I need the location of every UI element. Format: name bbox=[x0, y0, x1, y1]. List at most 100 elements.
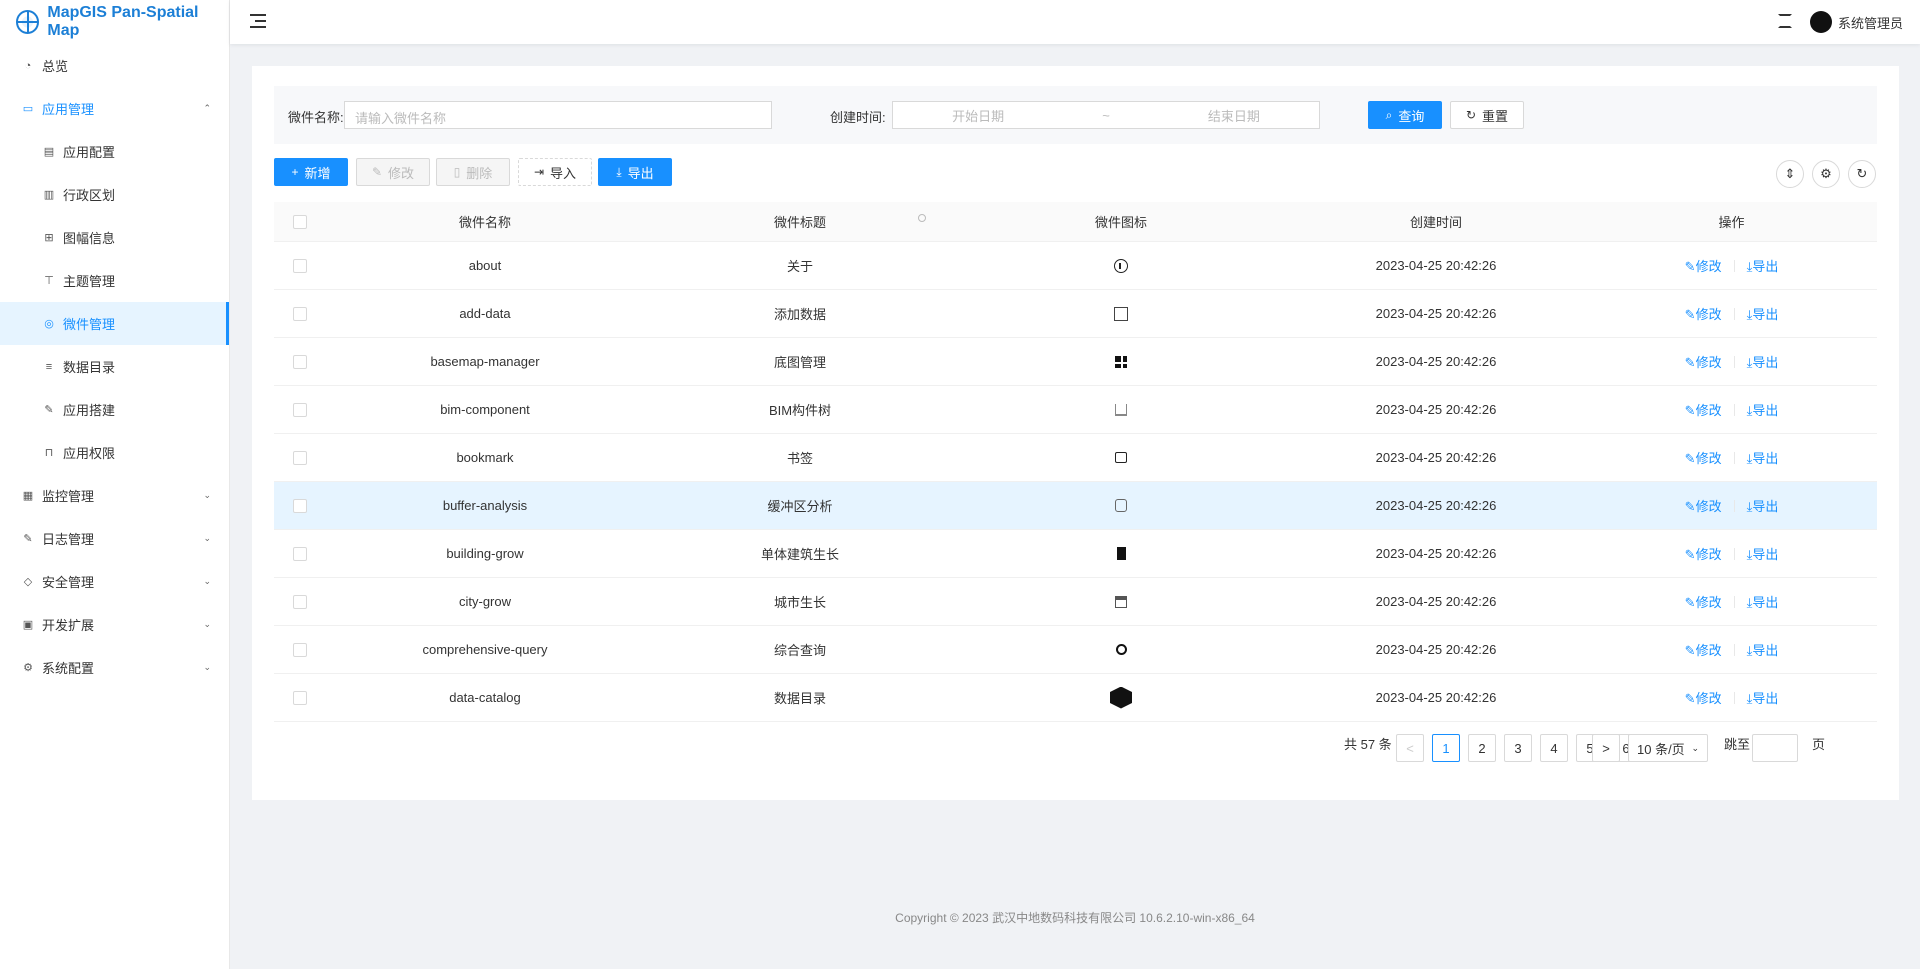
next-page-button[interactable]: > bbox=[1592, 734, 1620, 762]
row-export-link[interactable]: ⤓导出 bbox=[1747, 592, 1779, 611]
row-checkbox[interactable] bbox=[293, 690, 307, 705]
sidebar-item-13[interactable]: ▣ 开发扩展 ⌄ bbox=[0, 603, 229, 646]
search-bar: 微件名称: 请输入微件名称 创建时间: 开始日期 ~ 结束日期 ⌕ 查询 ↻ 重置 bbox=[274, 86, 1877, 144]
row-edit-link[interactable]: ✎修改 bbox=[1685, 640, 1722, 659]
created-time: 2023-04-25 20:42:26 bbox=[1375, 642, 1497, 657]
row-edit-link[interactable]: ✎修改 bbox=[1685, 304, 1722, 323]
page-size-select[interactable]: 10 条/页 ⌄ bbox=[1628, 734, 1708, 762]
row-edit-link[interactable]: ✎修改 bbox=[1685, 352, 1722, 371]
sidebar-item-11[interactable]: ✎ 日志管理 ⌄ bbox=[0, 517, 229, 560]
row-actions: ✎修改 ⤓导出 bbox=[1586, 448, 1877, 467]
sidebar-item-5[interactable]: ⊤ 主题管理 bbox=[0, 259, 229, 302]
row-export-link[interactable]: ⤓导出 bbox=[1747, 544, 1779, 563]
row-checkbox[interactable] bbox=[293, 354, 307, 369]
footer-copyright: Copyright © 2023 武汉中地数码科技有限公司 10.6.2.10-… bbox=[895, 911, 1255, 925]
row-export-link[interactable]: ⤓导出 bbox=[1747, 304, 1779, 323]
sidebar-item-label: 微件管理 bbox=[63, 317, 116, 332]
row-checkbox[interactable] bbox=[293, 258, 307, 273]
row-edit-link[interactable]: ✎修改 bbox=[1685, 256, 1722, 275]
jump-page-input[interactable] bbox=[1752, 734, 1798, 762]
row-checkbox[interactable] bbox=[293, 642, 307, 657]
row-export-link[interactable]: ⤓导出 bbox=[1747, 448, 1779, 467]
app-logo[interactable]: MapGIS Pan-Spatial Map bbox=[0, 0, 229, 44]
sidebar-item-2[interactable]: ▤ 应用配置 bbox=[0, 130, 229, 173]
row-edit-link[interactable]: ✎修改 bbox=[1685, 400, 1722, 419]
page-button[interactable]: 3 bbox=[1504, 734, 1532, 762]
row-export-link[interactable]: ⤓导出 bbox=[1747, 352, 1779, 371]
end-date-input[interactable]: 结束日期 bbox=[1208, 106, 1260, 125]
row-edit-link[interactable]: ✎修改 bbox=[1685, 592, 1722, 611]
fullscreen-icon[interactable] bbox=[1778, 14, 1792, 28]
sidebar-item-10[interactable]: ▦ 监控管理 ⌄ bbox=[0, 474, 229, 517]
row-checkbox[interactable] bbox=[293, 306, 307, 321]
created-time: 2023-04-25 20:42:26 bbox=[1375, 546, 1497, 561]
sidebar-item-4[interactable]: ⊞ 图幅信息 bbox=[0, 216, 229, 259]
row-select-cell bbox=[274, 690, 326, 705]
chevron-down-icon: ⌄ bbox=[203, 619, 211, 629]
row-edit-link[interactable]: ✎修改 bbox=[1685, 448, 1722, 467]
query-button[interactable]: ⌕ 查询 bbox=[1368, 101, 1442, 129]
widget-icon-cell bbox=[956, 644, 1286, 655]
table-header: 微件名称 微件标题 微件图标 创建时间 操作 bbox=[274, 202, 1877, 242]
row-export-link[interactable]: ⤓导出 bbox=[1747, 496, 1779, 515]
row-edit-link[interactable]: ✎修改 bbox=[1685, 544, 1722, 563]
sidebar-item-14[interactable]: ⚙ 系统配置 ⌄ bbox=[0, 646, 229, 689]
edit-button[interactable]: ✎ 修改 bbox=[356, 158, 430, 186]
row-checkbox[interactable] bbox=[293, 546, 307, 561]
row-export-link[interactable]: ⤓导出 bbox=[1747, 688, 1779, 707]
menu-collapse-icon[interactable] bbox=[250, 14, 266, 28]
select-all-checkbox[interactable] bbox=[293, 214, 307, 229]
row-export-link[interactable]: ⤓导出 bbox=[1747, 400, 1779, 419]
sidebar-item-3[interactable]: ▥ 行政区划 bbox=[0, 173, 229, 216]
export-button[interactable]: ⤓ 导出 bbox=[598, 158, 672, 186]
row-checkbox[interactable] bbox=[293, 450, 307, 465]
page-button[interactable]: 1 bbox=[1432, 734, 1460, 762]
reload-icon[interactable]: ↻ bbox=[1848, 160, 1876, 188]
row-edit-link[interactable]: ✎修改 bbox=[1685, 688, 1722, 707]
start-date-input[interactable]: 开始日期 bbox=[952, 106, 1004, 125]
sidebar-item-label: 应用管理 bbox=[42, 102, 95, 117]
sidebar-item-6[interactable]: ◎ 微件管理 bbox=[0, 302, 229, 345]
sidebar-item-7[interactable]: ≡ 数据目录 bbox=[0, 345, 229, 388]
created-time: 2023-04-25 20:42:26 bbox=[1375, 594, 1497, 609]
column-search-icon[interactable] bbox=[918, 214, 926, 222]
add-button[interactable]: + 新增 bbox=[274, 158, 348, 186]
reset-button[interactable]: ↻ 重置 bbox=[1450, 101, 1524, 129]
user-menu[interactable]: 系统管理员 bbox=[1810, 11, 1903, 33]
settings-icon[interactable]: ⚙ bbox=[1812, 160, 1840, 188]
widget-name: building-grow bbox=[446, 546, 524, 561]
widget-name-input[interactable]: 请输入微件名称 bbox=[344, 101, 772, 129]
row-export-link[interactable]: ⤓导出 bbox=[1747, 256, 1779, 275]
widget-title: 添加数据 bbox=[773, 307, 826, 322]
widget-title: 单体建筑生长 bbox=[760, 547, 839, 562]
monitor-icon: ▭ bbox=[22, 103, 34, 115]
sidebar-item-label: 系统配置 bbox=[42, 661, 95, 676]
row-export-link[interactable]: ⤓导出 bbox=[1747, 640, 1779, 659]
row-checkbox[interactable] bbox=[293, 498, 307, 513]
import-button[interactable]: ⇥ 导入 bbox=[518, 158, 592, 186]
page-button[interactable]: 4 bbox=[1540, 734, 1568, 762]
sidebar-item-8[interactable]: ✎ 应用搭建 bbox=[0, 388, 229, 431]
delete-button[interactable]: ▯ 删除 bbox=[436, 158, 510, 186]
row-checkbox[interactable] bbox=[293, 402, 307, 417]
sidebar-item-9[interactable]: ⊓ 应用权限 bbox=[0, 431, 229, 474]
widget-icon: ◎ bbox=[44, 318, 54, 330]
widget-name: data-catalog bbox=[449, 690, 521, 705]
page-button[interactable]: 2 bbox=[1468, 734, 1496, 762]
column-height-icon[interactable]: ⇕ bbox=[1776, 160, 1804, 188]
action-divider bbox=[1733, 643, 1735, 656]
date-range-picker[interactable]: 开始日期 ~ 结束日期 bbox=[892, 101, 1320, 129]
row-edit-link[interactable]: ✎修改 bbox=[1685, 496, 1722, 515]
sidebar-item-0[interactable]: ◔ 总览 bbox=[0, 44, 229, 87]
avatar bbox=[1810, 11, 1832, 33]
prev-page-button[interactable]: < bbox=[1396, 734, 1424, 762]
row-checkbox[interactable] bbox=[293, 594, 307, 609]
user-name: 系统管理员 bbox=[1838, 15, 1904, 31]
action-divider bbox=[1733, 307, 1735, 320]
widget-name: add-data bbox=[459, 306, 511, 321]
sidebar-item-12[interactable]: ◇ 安全管理 ⌄ bbox=[0, 560, 229, 603]
row-actions: ✎修改 ⤓导出 bbox=[1586, 592, 1877, 611]
sidebar-item-1[interactable]: ▭ 应用管理 ⌃ bbox=[0, 87, 229, 130]
widget-icon-cell bbox=[956, 306, 1286, 321]
refresh-icon: ↻ bbox=[1465, 108, 1477, 122]
